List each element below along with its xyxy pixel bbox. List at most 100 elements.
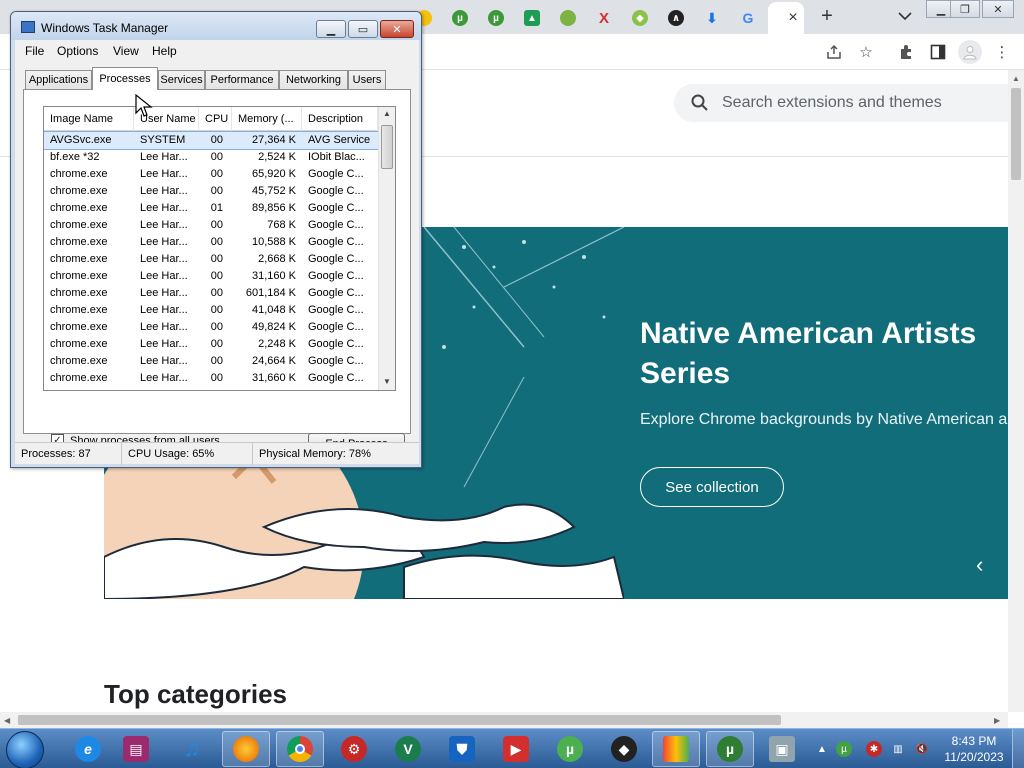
tab-networking[interactable]: Networking xyxy=(279,70,348,89)
process-row[interactable]: chrome.exe Lee Har... 00 10,588 K Google C..… xyxy=(44,234,378,251)
process-row[interactable]: chrome.exe Lee Har... 00 49,824 K Google C..… xyxy=(44,319,378,336)
menu-options[interactable]: Options xyxy=(57,44,98,58)
itunes-icon[interactable]: ♫ xyxy=(168,731,216,767)
driver-booster-icon[interactable]: ⚙ xyxy=(330,731,378,767)
process-row[interactable]: chrome.exe Lee Har... 00 768 K Google C... xyxy=(44,217,378,234)
process-row[interactable]: chrome.exe Lee Har... 00 41,048 K Google C..… xyxy=(44,302,378,319)
scroll-down-icon[interactable]: ▼ xyxy=(383,377,391,386)
process-user-name: Lee Har... xyxy=(140,372,188,384)
task-manager-titlebar[interactable]: Windows Task Manager ▁ ▭ ✕ xyxy=(11,12,421,40)
winrar-icon[interactable]: ▤ xyxy=(112,731,160,767)
menu-view[interactable]: View xyxy=(113,44,139,58)
profile-avatar[interactable] xyxy=(958,40,982,64)
carousel-prev-icon[interactable]: ‹ xyxy=(976,552,983,578)
browser-tab[interactable]: ▲ xyxy=(516,4,548,32)
process-row[interactable]: chrome.exe Lee Har... 00 65,920 K Google C..… xyxy=(44,166,378,183)
col-image-name[interactable]: Image Name xyxy=(44,107,134,131)
scrollbar-thumb[interactable] xyxy=(18,715,781,725)
process-memory: 2,524 K xyxy=(258,151,296,163)
taskbar-clock[interactable]: 8:43 PM 11/20/2023 xyxy=(940,733,1008,765)
process-row[interactable]: chrome.exe Lee Har... 00 31,160 K Google C..… xyxy=(44,268,378,285)
utorrent-tray-icon[interactable]: µ xyxy=(836,741,852,757)
process-row[interactable]: chrome.exe Lee Har... 00 24,664 K Google C..… xyxy=(44,353,378,370)
bookmark-star-icon[interactable]: ☆ xyxy=(856,42,876,62)
windows-taskbar: e ▤ ♫ ⚙ V ⛊ ▶ µ ◆ µ ▣ ▲ µ ✱ ▥ 🔇 8:43 PM … xyxy=(0,728,1024,768)
tab-close-icon[interactable]: × xyxy=(788,9,797,27)
firefox-icon[interactable] xyxy=(222,731,270,767)
remote-desktop-icon[interactable]: ▣ xyxy=(758,731,806,767)
process-row[interactable]: bf.exe *32 Lee Har... 00 2,524 K IObit Blac.… xyxy=(44,149,378,166)
scroll-right-icon[interactable]: ▶ xyxy=(994,716,1000,725)
browser-tab[interactable]: ◆ xyxy=(624,4,656,32)
restore-button[interactable]: ❐ xyxy=(950,0,980,18)
new-tab-button[interactable]: + xyxy=(816,5,838,29)
close-button[interactable]: ✕ xyxy=(982,0,1014,18)
browser-tab-active[interactable]: × xyxy=(768,2,804,34)
scrollbar-thumb[interactable] xyxy=(1011,88,1021,180)
screen-recorder-icon[interactable]: ▶ xyxy=(492,731,540,767)
avg-icon[interactable] xyxy=(652,731,700,767)
show-desktop-button[interactable] xyxy=(1012,729,1024,768)
menu-help[interactable]: Help xyxy=(152,44,177,58)
menu-dots-icon[interactable]: ⋮ xyxy=(992,42,1012,62)
col-memory[interactable]: Memory (... xyxy=(232,107,302,131)
process-row[interactable]: chrome.exe Lee Har... 01 89,856 K Google C..… xyxy=(44,200,378,217)
process-row[interactable]: chrome.exe Lee Har... 00 2,668 K Google C... xyxy=(44,251,378,268)
tm-close-button[interactable]: ✕ xyxy=(380,20,414,38)
process-cpu: 00 xyxy=(210,185,223,197)
process-row[interactable]: chrome.exe Lee Har... 00 31,660 K Google C..… xyxy=(44,370,378,387)
side-panel-icon[interactable] xyxy=(928,42,948,62)
tab-services[interactable]: Services xyxy=(158,70,205,89)
show-hidden-icons-icon[interactable]: ▲ xyxy=(814,741,830,757)
col-cpu[interactable]: CPU xyxy=(199,107,232,131)
process-row[interactable]: chrome.exe Lee Har... 00 2,248 K Google C... xyxy=(44,336,378,353)
browser-tab[interactable]: µ xyxy=(480,4,512,32)
tab-performance[interactable]: Performance xyxy=(205,70,279,89)
scroll-up-icon[interactable]: ▲ xyxy=(1012,74,1020,83)
tab-processes[interactable]: Processes xyxy=(92,67,158,90)
process-user-name: Lee Har... xyxy=(140,321,188,333)
process-cpu: 00 xyxy=(210,287,223,299)
scroll-up-icon[interactable]: ▲ xyxy=(383,109,391,118)
tm-maximize-button[interactable]: ▭ xyxy=(348,20,378,38)
share-icon[interactable] xyxy=(824,42,844,62)
process-list[interactable]: Image Name User Name CPU Memory (... Des… xyxy=(43,106,396,391)
page-horizontal-scrollbar[interactable]: ◀ ▶ xyxy=(0,712,1008,728)
process-row[interactable]: chrome.exe Lee Har... 00 601,184 K Google C.… xyxy=(44,285,378,302)
extensions-icon[interactable] xyxy=(896,42,916,62)
see-collection-button[interactable]: See collection xyxy=(640,467,784,507)
browser-tab[interactable]: µ xyxy=(444,4,476,32)
status-processes: Processes: 87 xyxy=(15,443,122,465)
chrome-icon[interactable] xyxy=(276,731,324,767)
network-icon[interactable]: ▥ xyxy=(890,741,906,757)
process-row[interactable]: AVGSvc.exe SYSTEM 00 27,364 K AVG Service xyxy=(44,131,379,150)
browser-tab[interactable] xyxy=(552,4,584,32)
search-extensions-input[interactable]: Search extensions and themes xyxy=(674,84,1008,122)
volume-muted-icon[interactable]: 🔇 xyxy=(914,741,930,757)
browser-tab[interactable]: ∧ xyxy=(660,4,692,32)
process-description: Google C... xyxy=(308,253,364,265)
col-description[interactable]: Description xyxy=(302,107,378,131)
browser-tab[interactable]: X xyxy=(588,4,620,32)
process-row[interactable]: chrome.exe Lee Har... 00 45,752 K Google C..… xyxy=(44,183,378,200)
tab-users[interactable]: Users xyxy=(348,70,386,89)
browser-tab[interactable]: ⬇ xyxy=(696,4,728,32)
start-button[interactable] xyxy=(6,731,44,768)
tm-minimize-button[interactable]: ▁ xyxy=(316,20,346,38)
browser-tab[interactable]: G xyxy=(732,4,764,32)
internet-explorer-icon[interactable]: e xyxy=(64,731,112,767)
security-shield-icon[interactable]: ⛊ xyxy=(438,731,486,767)
driver-booster-tray-icon[interactable]: ✱ xyxy=(866,741,882,757)
tab-applications[interactable]: Applications xyxy=(25,70,92,89)
process-list-scrollbar[interactable]: ▲ ▼ xyxy=(378,107,395,390)
menu-file[interactable]: File xyxy=(25,44,44,58)
scrollbar-thumb[interactable] xyxy=(381,125,393,169)
tab-search-button[interactable] xyxy=(895,6,915,26)
game-app-icon[interactable]: ◆ xyxy=(600,731,648,767)
utorrent-taskbar-icon[interactable]: µ xyxy=(546,731,594,767)
utorrent-web-icon[interactable]: µ xyxy=(706,731,754,767)
page-vertical-scrollbar[interactable]: ▲ xyxy=(1008,70,1024,712)
vpn-shield-icon[interactable]: V xyxy=(384,731,432,767)
tm-body: Applications Processes Services Performa… xyxy=(15,62,419,455)
scroll-left-icon[interactable]: ◀ xyxy=(4,716,10,725)
